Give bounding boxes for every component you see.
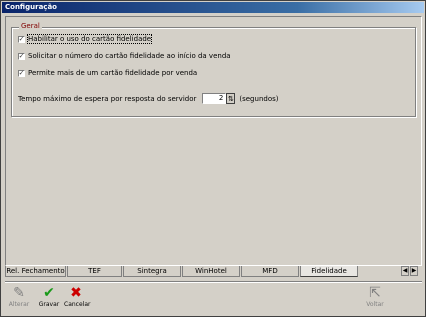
checkbox-enable-loyalty[interactable]: ✓ Habilitar o uso do cartão fidelidade — [18, 34, 153, 44]
tab-bar: Rel. Fechamento TEF Sintegra WinHotel MF… — [5, 266, 422, 278]
checkbox-multiple-cards[interactable]: ✓ Permite mais de um cartão fidelidade p… — [18, 69, 197, 77]
checkmark-icon: ✔ — [43, 285, 55, 301]
tab-winhotel[interactable]: WinHotel — [182, 266, 240, 277]
alterar-label: Alterar — [8, 301, 30, 308]
voltar-label: Voltar — [366, 301, 384, 308]
tab-tef[interactable]: TEF — [67, 266, 122, 277]
group-legend: Geral — [19, 22, 42, 30]
spin-button-icon[interactable]: ⇅ — [226, 93, 236, 104]
timeout-label: Tempo máximo de espera por resposta do s… — [18, 94, 197, 103]
checkbox-request-card-number[interactable]: ✓ Solicitar o número do cartão fidelidad… — [18, 52, 231, 60]
general-group: Geral ✓ Habilitar o uso do cartão fideli… — [11, 22, 416, 117]
tab-scroll-right-icon[interactable]: ▶ — [410, 266, 418, 276]
gravar-label: Gravar — [38, 301, 60, 308]
alterar-button[interactable]: ✎ Alterar — [7, 285, 31, 308]
checkbox-box[interactable]: ✓ — [18, 52, 25, 60]
checkbox-label: Solicitar o número do cartão fidelidade … — [28, 52, 231, 60]
toolbar-separator — [5, 281, 422, 282]
timeout-input[interactable]: 2 — [202, 93, 227, 104]
checkbox-label: Permite mais de um cartão fidelidade por… — [28, 69, 198, 77]
tab-fidelidade[interactable]: Fidelidade — [300, 266, 358, 277]
voltar-button[interactable]: ⇱ Voltar — [363, 285, 387, 308]
tab-panel: Geral ✓ Habilitar o uso do cartão fideli… — [5, 16, 422, 266]
checkbox-label: Habilitar o uso do cartão fidelidade — [26, 34, 153, 44]
tab-rel-fechamento[interactable]: Rel. Fechamento — [5, 266, 66, 277]
timeout-unit: (segundos) — [239, 94, 279, 103]
tab-mfd[interactable]: MFD — [241, 266, 299, 277]
cancelar-button[interactable]: ✖ Cancelar — [64, 285, 91, 308]
config-window: Configuração Geral ✓ Habilitar o uso do … — [0, 0, 426, 317]
tab-scroll-left-icon[interactable]: ◀ — [401, 266, 409, 276]
cancel-x-icon: ✖ — [70, 285, 82, 301]
checkbox-box[interactable]: ✓ — [18, 35, 25, 43]
checkbox-box[interactable]: ✓ — [18, 69, 25, 77]
window-title: Configuração — [2, 2, 424, 13]
exit-door-icon: ⇱ — [369, 285, 381, 301]
cancelar-label: Cancelar — [64, 301, 91, 308]
timeout-row: Tempo máximo de espera por resposta do s… — [18, 93, 278, 104]
tab-sintegra[interactable]: Sintegra — [123, 266, 181, 277]
gravar-button[interactable]: ✔ Gravar — [37, 285, 61, 308]
edit-icon: ✎ — [13, 285, 25, 301]
